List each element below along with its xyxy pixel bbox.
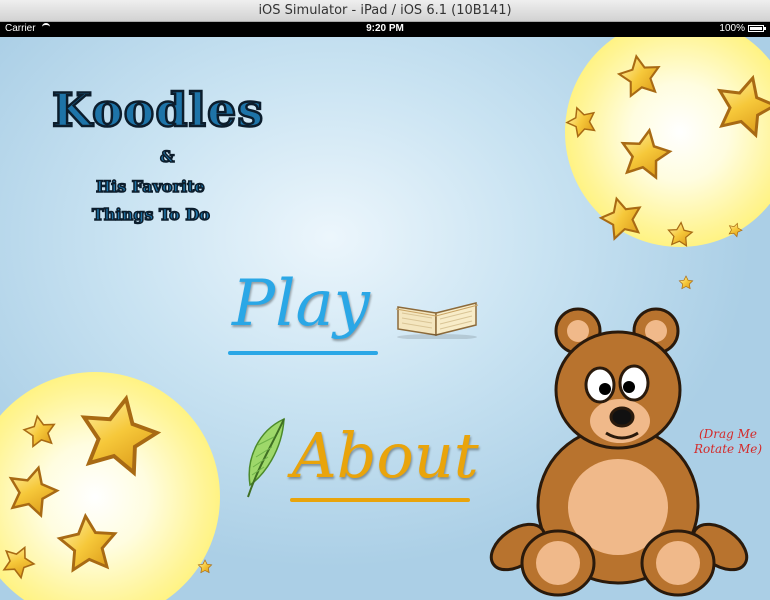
star-icon [615, 51, 664, 99]
bear-hint-line-2: Rotate Me) [693, 442, 763, 456]
subtitle-ampersand: & [159, 146, 175, 167]
star-icon [678, 275, 694, 290]
status-time: 9:20 PM [366, 23, 404, 34]
star-icon [73, 389, 165, 478]
subtitle-line-2: Things To Do [91, 204, 210, 225]
star-icon [197, 559, 213, 574]
star-icon [596, 192, 647, 242]
bear-hint-line-1: (Drag Me [698, 427, 758, 441]
star-icon [2, 460, 63, 519]
subtitle-line-1: His Favorite [95, 176, 205, 197]
play-underline [228, 351, 378, 355]
battery-percent: 100% [719, 23, 745, 34]
star-icon [0, 540, 40, 581]
about-underline [290, 498, 470, 502]
star-icon [726, 220, 745, 238]
book-icon [395, 302, 479, 339]
star-icon [709, 69, 770, 140]
star-icon [616, 124, 675, 181]
star-icon [56, 512, 120, 573]
window-titlebar: iOS Simulator - iPad / iOS 6.1 (10B141) [0, 0, 770, 22]
status-bar: Carrier 9:20 PM 100% [0, 22, 770, 37]
about-button[interactable]: About [292, 419, 479, 492]
star-icon [21, 412, 59, 449]
star-icon [562, 102, 601, 140]
app-title: Koodles [51, 82, 265, 139]
play-button[interactable]: Play [232, 267, 370, 341]
feather-icon [247, 417, 285, 498]
battery-indicator: 100% [719, 23, 766, 34]
star-icon [666, 220, 694, 247]
bear-hint: (Drag Me Rotate Me) [688, 427, 768, 457]
app-screen: Koodles & His Favorite Things To Do Play… [0, 37, 770, 600]
window-title: iOS Simulator - iPad / iOS 6.1 (10B141) [258, 3, 512, 18]
battery-icon [748, 25, 766, 32]
